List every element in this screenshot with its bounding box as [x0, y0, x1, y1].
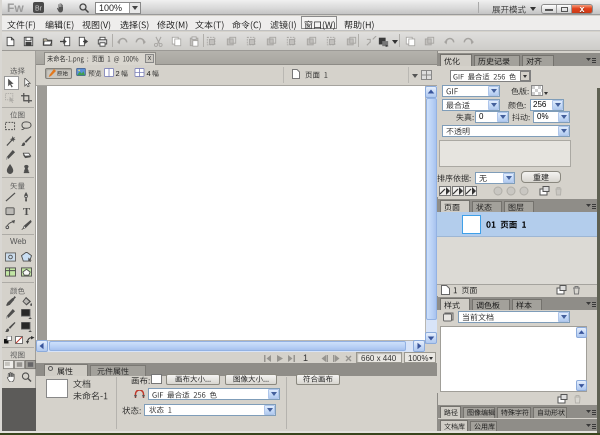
- svg-text:Br: Br: [35, 6, 43, 13]
- svg-text:T: T: [23, 206, 31, 216]
